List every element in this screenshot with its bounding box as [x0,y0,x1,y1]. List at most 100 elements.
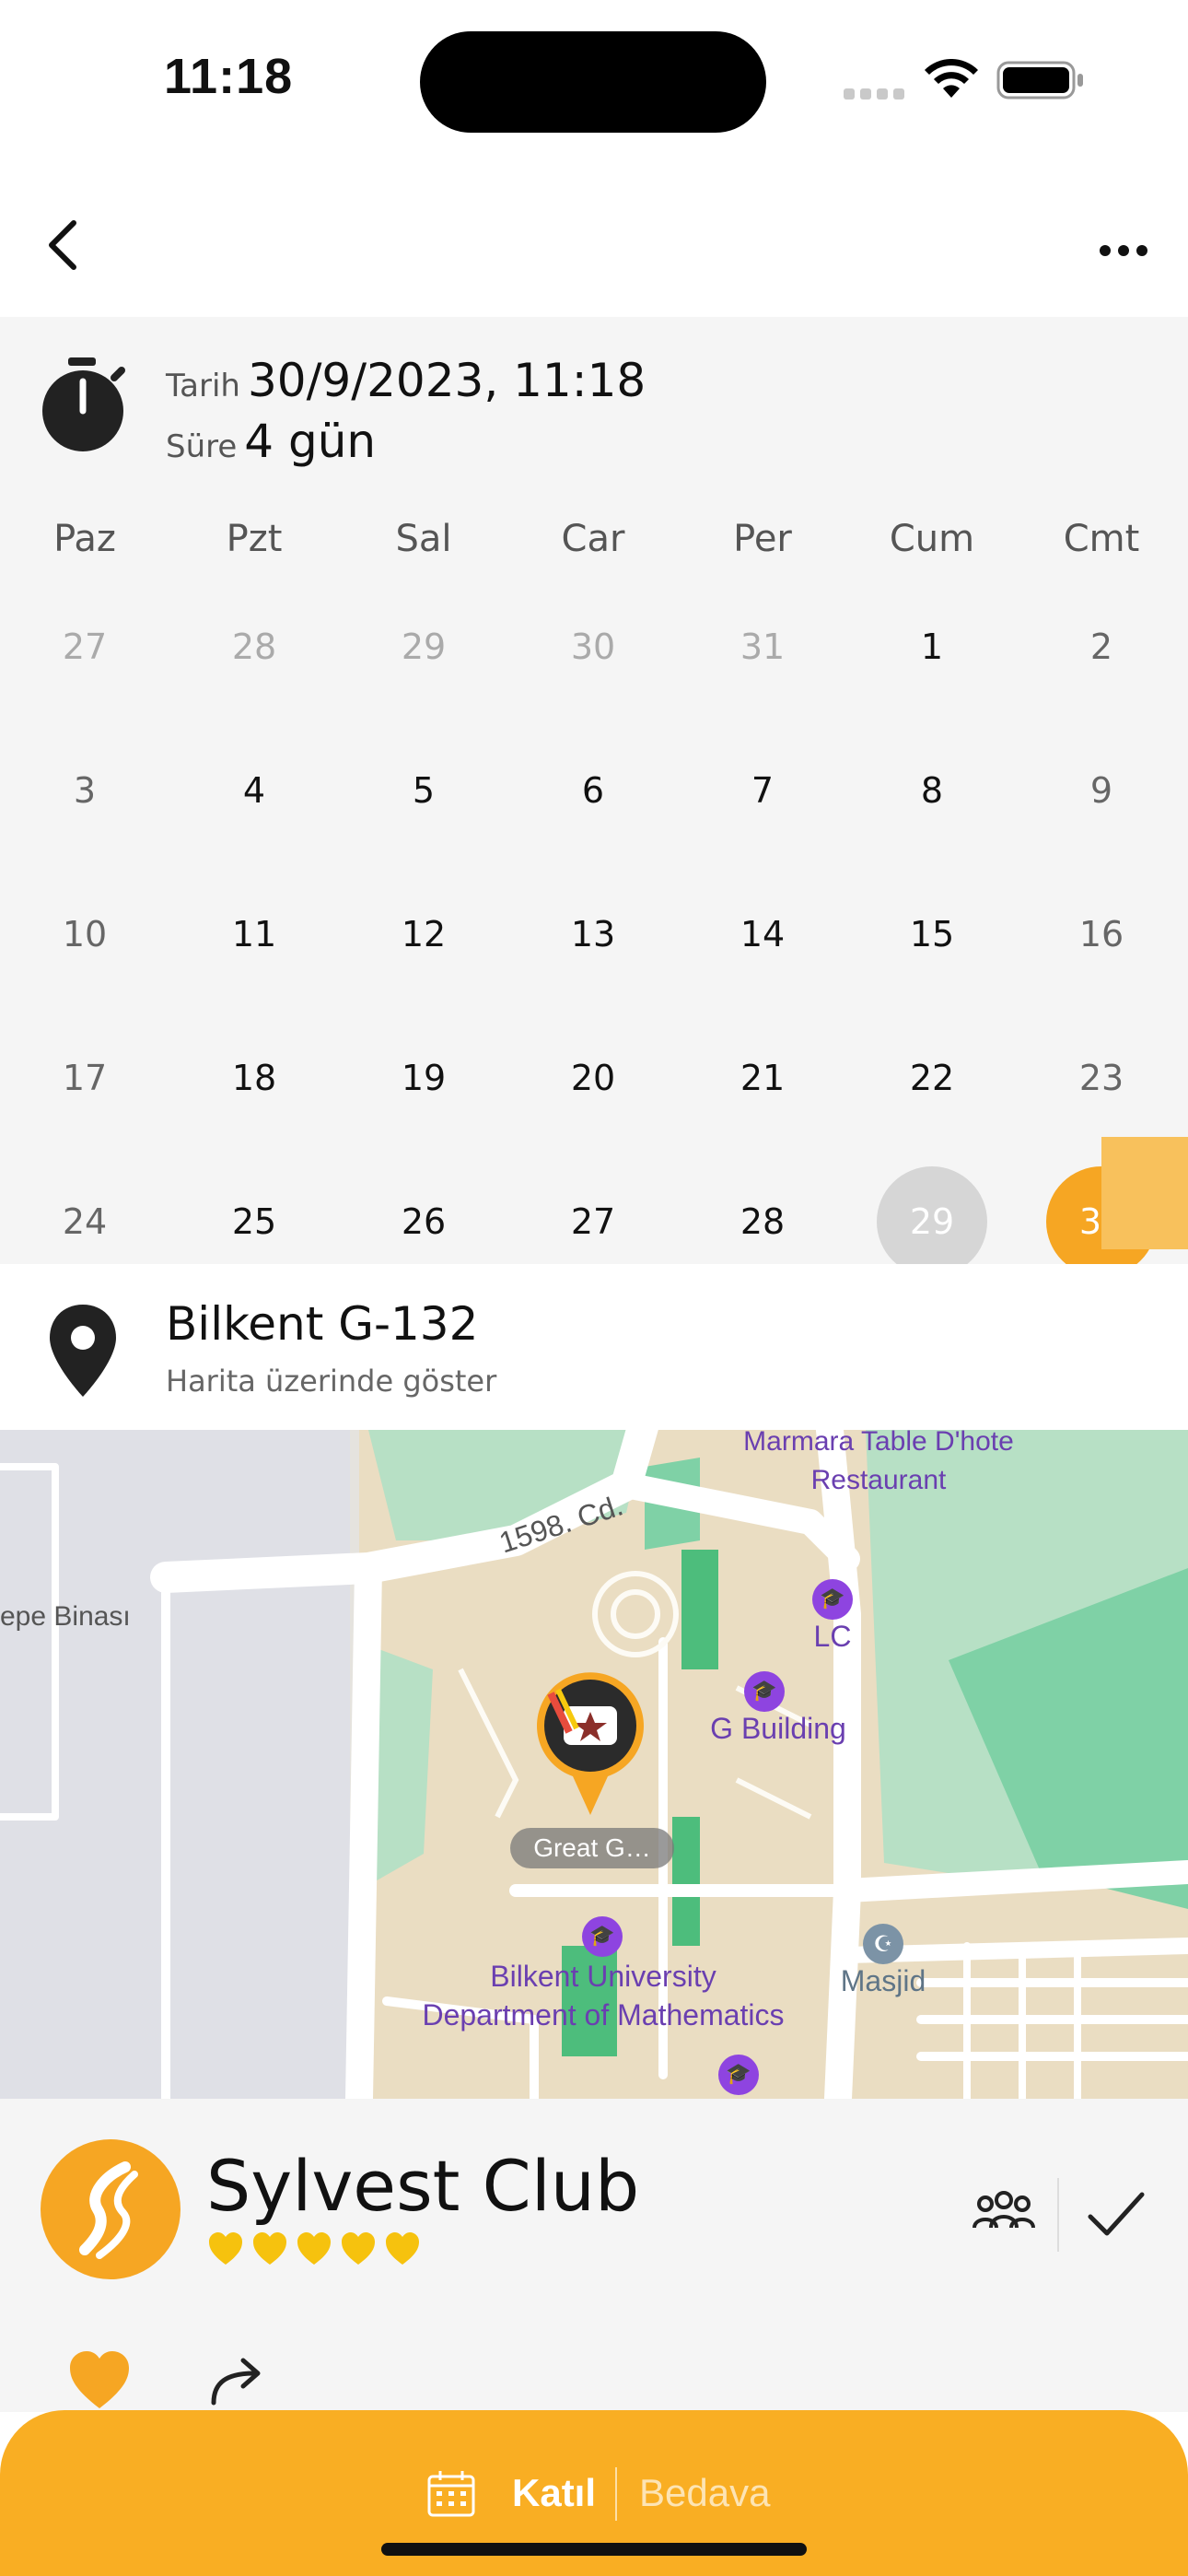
location-title: Bilkent G-132 [166,1297,479,1351]
map-poi-g-building[interactable]: 🎓 G Building [700,1671,856,1746]
calendar-day[interactable]: 7 [678,719,847,862]
date-label: Tarih [166,368,240,404]
status-time: 11:18 [164,49,294,104]
calendar-day-number: 8 [920,770,944,811]
calendar-day[interactable]: 27 [0,575,169,719]
back-icon[interactable] [33,208,107,282]
status-bar: 11:18 [0,0,1188,157]
club-name[interactable]: Sylvest Club [206,2145,639,2227]
calendar-day-number: 28 [740,1201,786,1242]
calendar-day-number: 24 [62,1201,108,1242]
map-label-restaurant[interactable]: Marmara Table D'hote Restaurant [740,1430,1017,1500]
calendar-day-number: 23 [1078,1058,1124,1098]
heart-icon[interactable] [64,2346,134,2416]
weekday-label: Cmt [1063,518,1140,560]
calendar-day-number: 2 [1089,626,1113,667]
calendar-day-number: 12 [401,914,447,954]
map-label-building-left: epe Binası [0,1601,131,1632]
calendar-day-number: 10 [62,914,108,954]
event-map-marker[interactable] [532,1668,648,1817]
rating-heart-icon [253,2232,286,2265]
date-section: Tarih 30/9/2023, 11:18 Süre 4 gün Paz Pzt Sa… [0,317,1188,1430]
share-icon[interactable] [203,2346,273,2416]
show-on-map-link[interactable]: Harita üzerinde göster [166,1364,496,1399]
calendar-day[interactable]: 14 [678,862,847,1006]
weekday-label: Paz [53,518,116,560]
calendar-day[interactable]: 20 [508,1006,678,1150]
calendar-day-number: 17 [62,1058,108,1098]
calendar-day[interactable]: 9 [1017,719,1186,862]
calendar-day[interactable]: 3 [0,719,169,862]
selection-range-tail [1101,1137,1188,1249]
calendar-day[interactable]: 16 [1017,862,1186,1006]
calendar-day-number: 19 [401,1058,447,1098]
calendar-day[interactable]: 19 [339,1006,508,1150]
calendar-day[interactable]: 11 [169,862,339,1006]
calendar-day-number: 28 [231,626,277,667]
club-logo[interactable] [41,2139,181,2279]
more-options-icon[interactable] [1087,214,1160,287]
calendar-day-number: 6 [581,770,605,811]
calendar-icon [427,2471,475,2517]
calendar-day[interactable]: 21 [678,1006,847,1150]
calendar-day[interactable]: 23 [1017,1006,1186,1150]
masjid-label: Masjid [840,1964,926,1997]
calendar-weekday-header: Paz Pzt Sal Car Per Cum Cmt [0,501,1188,575]
calendar-day[interactable]: 29 [339,575,508,719]
map-poi-math-dept[interactable]: 🎓 Bilkent University Department of Mathe… [396,1916,810,2034]
weekday-label: Car [561,518,625,560]
calendar-day[interactable]: 1 [847,575,1017,719]
dynamic-island [420,31,766,133]
calendar-day[interactable]: 31 [678,575,847,719]
calendar-day-number: 7 [751,770,775,811]
calendar-day[interactable]: 15 [847,862,1017,1006]
map-view[interactable]: Marmara Table D'hote Restaurant 1598. Cd… [0,1430,1188,2099]
map-poi-lc[interactable]: 🎓 LC [796,1579,869,1654]
join-bar-divider [615,2467,617,2521]
calendar-day-number: 31 [740,626,786,667]
calendar-day-number: 11 [231,914,277,954]
calendar-day[interactable]: 22 [847,1006,1017,1150]
calendar-day-number: 29 [877,1166,987,1277]
calendar-day-number: 21 [740,1058,786,1098]
calendar-day-number: 15 [909,914,955,954]
calendar-day[interactable]: 5 [339,719,508,862]
weekday-label: Sal [395,518,452,560]
checkmark-icon[interactable] [1074,2172,1157,2255]
join-button-label[interactable]: Katıl [512,2471,596,2515]
calendar-day[interactable]: 13 [508,862,678,1006]
map-poi-masjid[interactable]: ☪ Masjid [833,1924,934,1998]
calendar-day-number: 26 [401,1201,447,1242]
calendar-day-number: 5 [412,770,436,811]
graduation-cap-icon: 🎓 [718,2055,759,2095]
wifi-icon [925,59,978,98]
members-icon[interactable] [967,2176,1041,2250]
calendar-day-number: 29 [401,626,447,667]
home-indicator[interactable] [381,2543,807,2556]
calendar-day-number: 27 [62,626,108,667]
calendar-day[interactable]: 30 [508,575,678,719]
lc-label: LC [813,1620,852,1653]
date-row: Tarih 30/9/2023, 11:18 [166,354,646,407]
duration-label: Süre [166,428,238,465]
calendar-day[interactable]: 6 [508,719,678,862]
calendar-day[interactable]: 18 [169,1006,339,1150]
location-row[interactable]: Bilkent G-132 Harita üzerinde göster [0,1264,1188,1430]
date-value: 30/9/2023, 11:18 [247,354,646,407]
calendar-day[interactable]: 28 [169,575,339,719]
calendar-day[interactable]: 8 [847,719,1017,862]
event-name-bubble[interactable]: Great G… [510,1828,674,1868]
graduation-cap-icon: 🎓 [744,1671,785,1712]
club-rating [206,2230,422,2276]
weekday-label: Per [733,518,792,560]
calendar-day[interactable]: 4 [169,719,339,862]
calendar-day[interactable]: 12 [339,862,508,1006]
join-bar[interactable]: Katıl Bedava [0,2410,1188,2576]
calendar-day[interactable]: 2 [1017,575,1186,719]
calendar-day[interactable]: 10 [0,862,169,1006]
graduation-cap-icon: 🎓 [812,1579,853,1620]
calendar-day-number: 9 [1089,770,1113,811]
calendar-day[interactable]: 17 [0,1006,169,1150]
cellular-signal-icon [844,88,904,100]
event-marker-pin-icon [537,1672,644,1815]
